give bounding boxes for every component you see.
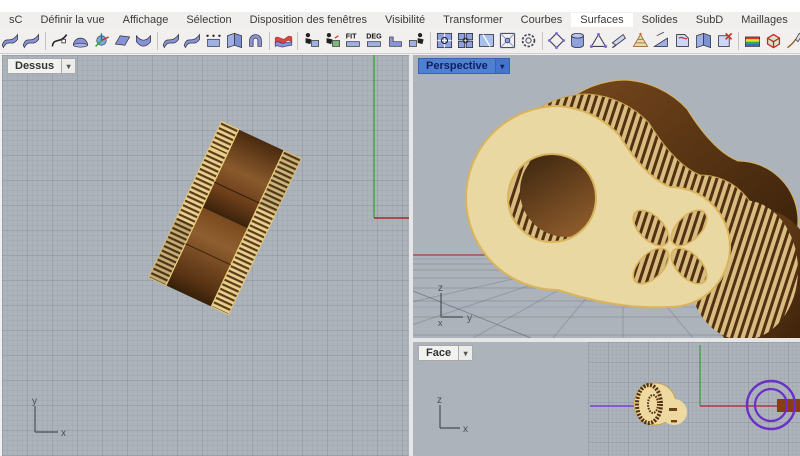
dessus-axis-x-label: x <box>61 428 66 439</box>
offset-surface-icon[interactable] <box>224 30 245 51</box>
sweep-person-icon[interactable] <box>322 30 343 51</box>
menu-item-surfaces[interactable]: Surfaces <box>571 13 632 27</box>
menu-item-affichage[interactable]: Affichage <box>114 13 178 27</box>
perspective-grid-edge-line <box>413 291 531 338</box>
perspective-axis-z-label: z <box>438 283 443 294</box>
face-axis-z-label: z <box>437 395 442 406</box>
face-model-ring-front-view[interactable] <box>634 383 687 425</box>
toolbar-separator <box>269 32 270 50</box>
menu-item-subd[interactable]: SubD <box>687 13 733 27</box>
viewport-tab-perspective-label[interactable]: Perspective <box>418 58 495 74</box>
viewport-tab-dessus-dropdown-icon[interactable]: ▾ <box>61 58 76 74</box>
viewport-tab-face-label[interactable]: Face <box>418 345 458 361</box>
surface-corner-points-icon[interactable] <box>0 30 21 51</box>
dessus-axis-indicator <box>35 406 58 432</box>
svg-text:FIT: FIT <box>346 33 357 41</box>
extrude-arch-icon[interactable] <box>245 30 266 51</box>
extend-surface-icon[interactable] <box>385 30 406 51</box>
toolbar-separator <box>157 32 158 50</box>
dessus-axis-y-label: y <box>32 396 37 407</box>
heightfield-icon[interactable] <box>203 30 224 51</box>
cylinder-solid-icon[interactable] <box>567 30 588 51</box>
menu-item-sc[interactable]: sC <box>0 13 31 27</box>
curve-from-2-views-icon[interactable] <box>49 30 70 51</box>
viewport-tab-perspective[interactable]: Perspective ▾ <box>418 58 510 74</box>
flip-direction-icon[interactable] <box>672 30 693 51</box>
rail-revolve-person-icon[interactable] <box>301 30 322 51</box>
toolbar-separator <box>430 32 431 50</box>
viewport-perspective[interactable]: z y x Perspective ▾ <box>413 55 800 338</box>
perspective-canvas: z y x <box>413 55 800 338</box>
face-axis-x-label: x <box>463 424 468 435</box>
analyze-rainbow-icon[interactable] <box>742 30 763 51</box>
menu-bar: sCDéfinir la vueAffichageSélectionDispos… <box>0 12 800 28</box>
menu-item-visibilite[interactable]: Visibilité <box>376 13 434 27</box>
viewport-dessus[interactable]: y x Dessus ▾ <box>2 55 409 456</box>
face-brown-profile-bar[interactable] <box>777 399 800 412</box>
menu-item-definir-la-vue[interactable]: Définir la vue <box>31 13 113 27</box>
window-title-strip <box>0 0 800 12</box>
perspective-axis-indicator <box>441 293 463 317</box>
pleat-pages-icon[interactable] <box>693 30 714 51</box>
revolve-ribbon-icon[interactable] <box>273 30 294 51</box>
loft-icon[interactable] <box>161 30 182 51</box>
change-degree-icon[interactable]: DEG <box>364 30 385 51</box>
toolbar-separator <box>542 32 543 50</box>
viewport-tab-dessus[interactable]: Dessus ▾ <box>7 58 76 74</box>
perspective-model-ring[interactable] <box>466 80 800 338</box>
drape-cake-icon[interactable] <box>630 30 651 51</box>
menu-item-courbes[interactable]: Courbes <box>512 13 572 27</box>
toolbar-separator <box>297 32 298 50</box>
surface-from-network-icon[interactable] <box>133 30 154 51</box>
drape-gumball-icon[interactable] <box>91 30 112 51</box>
match-target-icon[interactable] <box>497 30 518 51</box>
stamp-ramp-icon[interactable] <box>651 30 672 51</box>
rebuild-points-icon[interactable] <box>588 30 609 51</box>
paintbrush-icon[interactable] <box>784 30 800 51</box>
perspective-axis-y-label: y <box>467 313 472 324</box>
planar-surface-icon[interactable] <box>112 30 133 51</box>
delete-surface-icon[interactable] <box>714 30 735 51</box>
connect-surfaces-icon[interactable] <box>434 30 455 51</box>
patch-surface-icon[interactable] <box>70 30 91 51</box>
toolbar: FIT DEG <box>0 28 800 54</box>
face-axis-indicator <box>440 405 460 428</box>
toolbar-separator <box>738 32 739 50</box>
viewport-tab-face[interactable]: Face ▾ <box>418 345 473 361</box>
menu-item-transformer[interactable]: Transformer <box>434 13 512 27</box>
boolean-red-box-icon[interactable] <box>763 30 784 51</box>
sweep-one-rail-icon[interactable] <box>182 30 203 51</box>
viewport-face[interactable]: z x Face ▾ <box>413 342 800 456</box>
viewport-tab-face-dropdown-icon[interactable]: ▾ <box>458 345 473 361</box>
menu-item-disposition-des-fenetres[interactable]: Disposition des fenêtres <box>241 13 376 27</box>
surface-edge-curves-icon[interactable] <box>21 30 42 51</box>
cage-diamond-icon[interactable] <box>546 30 567 51</box>
symmetry-window-icon[interactable] <box>476 30 497 51</box>
menu-item-selection[interactable]: Sélection <box>177 13 240 27</box>
unroll-gear-icon[interactable] <box>518 30 539 51</box>
fit-surface-icon[interactable]: FIT <box>343 30 364 51</box>
viewport-tab-dessus-label[interactable]: Dessus <box>7 58 61 74</box>
viewport-tab-perspective-dropdown-icon[interactable]: ▾ <box>495 58 510 74</box>
menu-item-maillages[interactable]: Maillages <box>732 13 796 27</box>
match-person-icon[interactable] <box>406 30 427 51</box>
toolbar-separator <box>45 32 46 50</box>
dessus-model-ring-top-view[interactable] <box>149 121 301 314</box>
trim-knife-icon[interactable] <box>609 30 630 51</box>
dessus-canvas: y x <box>2 55 409 456</box>
merge-surfaces-icon[interactable] <box>455 30 476 51</box>
menu-item-solides[interactable]: Solides <box>633 13 687 27</box>
svg-text:DEG: DEG <box>366 33 382 41</box>
perspective-axis-x-label: x <box>438 318 443 328</box>
